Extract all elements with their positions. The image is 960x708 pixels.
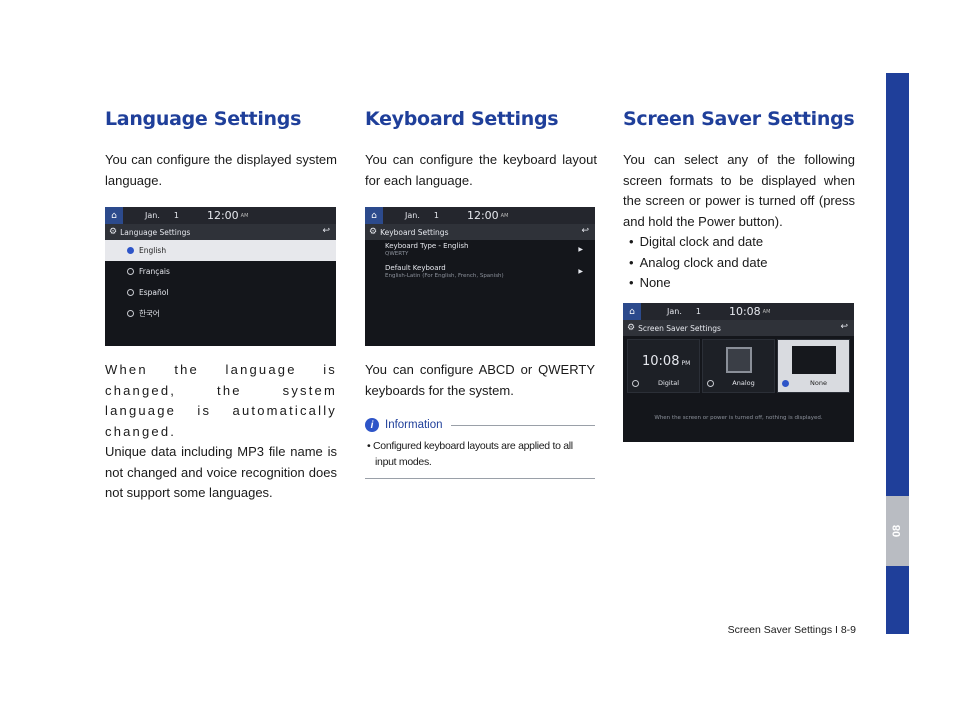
status-ampm: AM (500, 212, 509, 219)
screensaver-message: When the screen or power is turned off, … (654, 415, 823, 421)
language-option-korean[interactable]: 한국어 (105, 303, 336, 324)
screen-title-bar: ⚙ Screen Saver Settings ↩ (623, 320, 854, 336)
screensaver-tile-digital[interactable]: 10:08 PM Digital (627, 339, 700, 393)
keyboard-screenshot: ⌂ Jan. 1 12:00 AM ⚙ Keyboard Settings ↩ … (365, 207, 595, 346)
tile-label: Analog (732, 379, 755, 387)
tile-label: None (810, 379, 827, 387)
back-icon[interactable]: ↩ (840, 322, 848, 332)
status-ampm: AM (762, 308, 771, 315)
information-box: i Information • Configured keyboard layo… (365, 418, 595, 479)
language-intro: You can configure the displayed system l… (105, 152, 337, 188)
blank-screen-preview (792, 346, 836, 374)
default-keyboard-value: English-Latin (For English, French, Span… (385, 273, 504, 279)
screensaver-intro: You can select any of the following scre… (623, 152, 855, 229)
screensaver-screenshot: ⌂ Jan. 1 10:08 AM ⚙ Screen Saver Setting… (623, 303, 854, 442)
radio-icon (127, 310, 134, 317)
screensaver-tile-analog[interactable]: Analog (702, 339, 775, 393)
language-option-spanish[interactable]: Español (105, 282, 336, 303)
radio-icon (127, 268, 134, 275)
list-item: Digital clock and date (629, 232, 855, 253)
divider (450, 424, 595, 426)
language-heading: Language Settings (105, 108, 302, 130)
keyboard-para-1: You can configure ABCD or QWERTY keyboar… (365, 362, 595, 398)
language-option-english[interactable]: English (105, 240, 336, 261)
screensaver-heading: Screen Saver Settings (623, 108, 855, 130)
information-title: Information (385, 419, 443, 431)
status-time: 12:00 (206, 209, 239, 222)
screensaver-section: Screen Saver Settings You can select any… (623, 108, 855, 294)
list-item: Analog clock and date (629, 253, 855, 274)
language-para-2: Unique data including MP3 file name is n… (105, 444, 337, 500)
digital-clock-preview: 10:08 PM (642, 354, 691, 369)
screensaver-format-list: Digital clock and date Analog clock and … (623, 232, 855, 294)
status-time: 10:08 (728, 305, 761, 318)
screen-title: Language Settings (120, 227, 191, 237)
status-date: Jan. (145, 211, 160, 220)
info-icon: i (365, 418, 379, 432)
home-icon[interactable]: ⌂ (365, 207, 383, 224)
keyboard-notes: You can configure ABCD or QWERTY keyboar… (365, 360, 595, 401)
gear-icon: ⚙ (369, 227, 378, 237)
status-date: Jan. (405, 211, 420, 220)
list-item: None (629, 273, 855, 294)
status-day: 1 (695, 307, 701, 316)
keyboard-section: Keyboard Settings You can configure the … (365, 108, 597, 191)
status-date: Jan. (667, 307, 682, 316)
screen-title-bar: ⚙ Language Settings ↩ (105, 224, 336, 240)
screen-title: Keyboard Settings (380, 227, 449, 237)
status-bar: ⌂ Jan. 1 10:08 AM (623, 303, 854, 320)
home-icon[interactable]: ⌂ (623, 303, 641, 320)
status-time: 12:00 (466, 209, 499, 222)
gear-icon: ⚙ (627, 323, 636, 333)
screen-title-bar: ⚙ Keyboard Settings ↩ (365, 224, 595, 240)
radio-icon (707, 379, 714, 387)
analog-clock-icon (726, 347, 752, 373)
screensaver-tile-none[interactable]: None (777, 339, 850, 393)
gear-icon: ⚙ (109, 227, 118, 237)
information-text: • Configured keyboard layouts are applie… (367, 440, 573, 468)
screen-title: Screen Saver Settings (638, 323, 721, 333)
keyboard-intro: You can configure the keyboard layout fo… (365, 152, 597, 188)
keyboard-type-label: Keyboard Type - English (385, 242, 469, 250)
radio-selected-icon (782, 379, 789, 387)
status-day: 1 (173, 211, 179, 220)
page-footer: Screen Saver Settings I 8-9 (727, 624, 856, 636)
status-bar: ⌂ Jan. 1 12:00 AM (105, 207, 336, 224)
tile-label: Digital (657, 379, 680, 387)
keyboard-type-value: QWERTY (385, 251, 409, 257)
language-option-french[interactable]: Français (105, 261, 336, 282)
language-screenshot: ⌂ Jan. 1 12:00 AM ⚙ Language Settings ↩ … (105, 207, 336, 346)
back-icon[interactable]: ↩ (581, 226, 589, 236)
radio-selected-icon (127, 247, 134, 254)
chapter-sidebar: 08 (886, 73, 909, 634)
arrow-right-icon: ▶ (578, 268, 583, 275)
default-keyboard-label: Default Keyboard (385, 264, 446, 272)
home-icon[interactable]: ⌂ (105, 207, 123, 224)
language-notes: When the language is changed, the system… (105, 360, 337, 504)
default-keyboard-item[interactable]: Default Keyboard English-Latin (For Engl… (385, 264, 583, 279)
status-day: 1 (433, 211, 439, 220)
language-section: Language Settings You can configure the … (105, 108, 337, 191)
language-para-1: When the language is changed, the system… (105, 362, 337, 439)
back-icon[interactable]: ↩ (322, 226, 330, 236)
status-ampm: AM (240, 212, 249, 219)
keyboard-heading: Keyboard Settings (365, 108, 559, 130)
radio-icon (127, 289, 134, 296)
status-bar: ⌂ Jan. 1 12:00 AM (365, 207, 595, 224)
keyboard-type-item[interactable]: Keyboard Type - English QWERTY ▶ (385, 242, 583, 257)
chapter-tab: 08 (886, 496, 909, 566)
arrow-right-icon: ▶ (578, 246, 583, 253)
radio-icon (632, 379, 639, 387)
